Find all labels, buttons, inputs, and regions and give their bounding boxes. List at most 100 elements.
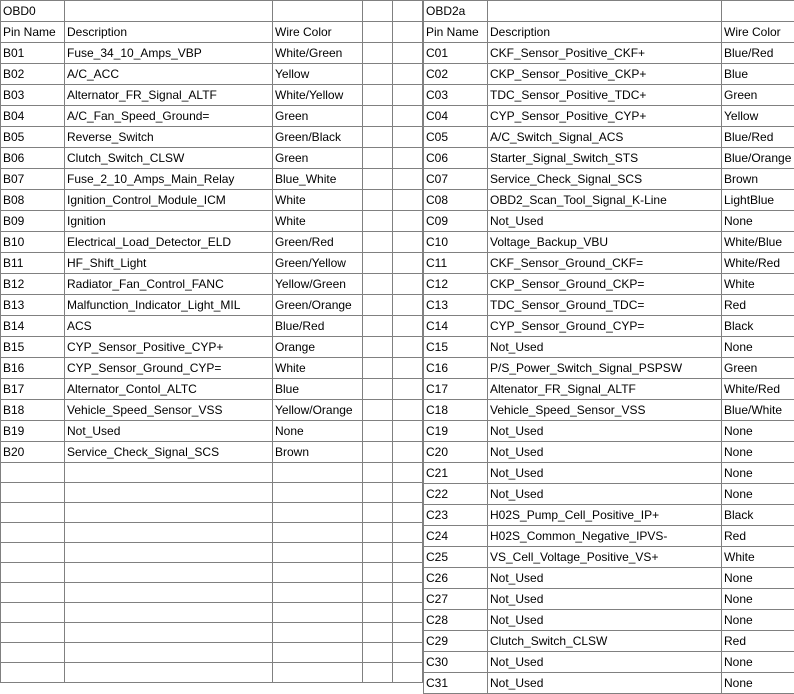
desc-cell: Not_Used bbox=[488, 568, 722, 589]
desc-cell: Not_Used bbox=[488, 589, 722, 610]
desc-cell: H02S_Common_Negative_IPVS- bbox=[488, 526, 722, 547]
wire-cell: Blue/Red bbox=[273, 316, 363, 337]
left-table-block: OBD0Pin NameDescriptionWire ColorB01Fuse… bbox=[0, 0, 423, 694]
empty-cell bbox=[65, 483, 273, 503]
empty-cell bbox=[393, 295, 423, 316]
table-row: B18Vehicle_Speed_Sensor_VSSYellow/Orange bbox=[1, 400, 423, 421]
table-row: C03TDC_Sensor_Positive_TDC+Green bbox=[424, 85, 794, 106]
pin-cell: C11 bbox=[424, 253, 488, 274]
wire-cell: Yellow bbox=[273, 64, 363, 85]
desc-cell: TDC_Sensor_Ground_TDC= bbox=[488, 295, 722, 316]
empty-cell bbox=[393, 379, 423, 400]
empty-cell bbox=[363, 623, 393, 643]
right-table-block: OBD2aPin NameDescriptionWire ColorC01CKF… bbox=[423, 0, 794, 694]
empty-cell bbox=[1, 563, 65, 583]
wire-cell: White/Blue bbox=[722, 232, 794, 253]
empty-cell bbox=[363, 483, 393, 503]
table-row: C06Starter_Signal_Switch_STSBlue/Orange bbox=[424, 148, 794, 169]
pin-cell: C28 bbox=[424, 610, 488, 631]
table-row: B16CYP_Sensor_Ground_CYP=White bbox=[1, 358, 423, 379]
empty-cell bbox=[363, 442, 393, 463]
wire-cell: None bbox=[722, 589, 794, 610]
empty-cell bbox=[393, 148, 423, 169]
table-row: C11CKF_Sensor_Ground_CKF=White/Red bbox=[424, 253, 794, 274]
table-row: B10Electrical_Load_Detector_ELDGreen/Red bbox=[1, 232, 423, 253]
empty-cell bbox=[363, 463, 393, 483]
desc-cell: CYP_Sensor_Ground_CYP= bbox=[488, 316, 722, 337]
right-table: OBD2aPin NameDescriptionWire ColorC01CKF… bbox=[423, 0, 794, 694]
wire-cell: None bbox=[722, 484, 794, 505]
pin-cell: B08 bbox=[1, 190, 65, 211]
pin-cell: C04 bbox=[424, 106, 488, 127]
empty-cell bbox=[393, 22, 423, 43]
desc-cell: CYP_Sensor_Ground_CYP= bbox=[65, 358, 273, 379]
pin-cell: B18 bbox=[1, 400, 65, 421]
wire-cell: Red bbox=[722, 526, 794, 547]
empty-cell bbox=[363, 22, 393, 43]
pin-cell: C02 bbox=[424, 64, 488, 85]
wire-cell: White/Red bbox=[722, 379, 794, 400]
empty-cell bbox=[363, 43, 393, 64]
table-row: B01Fuse_34_10_Amps_VBPWhite/Green bbox=[1, 43, 423, 64]
table-row: B05Reverse_SwitchGreen/Black bbox=[1, 127, 423, 148]
wire-cell: Black bbox=[722, 316, 794, 337]
empty-cell bbox=[363, 603, 393, 623]
pin-cell: C12 bbox=[424, 274, 488, 295]
col-header-pin: Pin Name bbox=[424, 22, 488, 43]
blank-row bbox=[1, 623, 423, 643]
blank-row bbox=[1, 483, 423, 503]
pin-cell: C21 bbox=[424, 463, 488, 484]
empty-cell bbox=[393, 316, 423, 337]
empty-cell bbox=[393, 503, 423, 523]
empty-cell bbox=[393, 603, 423, 623]
pin-cell: C17 bbox=[424, 379, 488, 400]
wire-cell: Yellow bbox=[722, 106, 794, 127]
table-row: C20Not_UsedNone bbox=[424, 442, 794, 463]
pin-cell: B12 bbox=[1, 274, 65, 295]
empty-cell bbox=[393, 623, 423, 643]
empty-cell bbox=[363, 316, 393, 337]
empty-cell bbox=[393, 169, 423, 190]
empty-cell bbox=[363, 148, 393, 169]
desc-cell: CKF_Sensor_Positive_CKF+ bbox=[488, 43, 722, 64]
empty-cell bbox=[65, 503, 273, 523]
desc-cell: Vehicle_Speed_Sensor_VSS bbox=[65, 400, 273, 421]
table-row: C28Not_UsedNone bbox=[424, 610, 794, 631]
desc-cell: Vehicle_Speed_Sensor_VSS bbox=[488, 400, 722, 421]
empty-cell bbox=[273, 1, 363, 22]
pin-cell: B13 bbox=[1, 295, 65, 316]
wire-cell: Blue/Orange bbox=[722, 148, 794, 169]
wire-cell: Blue/Red bbox=[722, 127, 794, 148]
desc-cell: Not_Used bbox=[488, 442, 722, 463]
desc-cell: Not_Used bbox=[488, 610, 722, 631]
table-row: C31Not_UsedNone bbox=[424, 673, 794, 694]
desc-cell: Not_Used bbox=[488, 484, 722, 505]
blank-row bbox=[1, 523, 423, 543]
table-row: B07Fuse_2_10_Amps_Main_RelayBlue_White bbox=[1, 169, 423, 190]
wire-cell: None bbox=[722, 211, 794, 232]
empty-cell bbox=[273, 483, 363, 503]
desc-cell: CKF_Sensor_Ground_CKF= bbox=[488, 253, 722, 274]
wire-cell: Green bbox=[273, 148, 363, 169]
empty-cell bbox=[1, 623, 65, 643]
empty-cell bbox=[273, 543, 363, 563]
desc-cell: Service_Check_Signal_SCS bbox=[488, 169, 722, 190]
empty-cell bbox=[363, 211, 393, 232]
wire-cell: Red bbox=[722, 295, 794, 316]
table-row: C26Not_UsedNone bbox=[424, 568, 794, 589]
blank-row bbox=[1, 463, 423, 483]
col-header-pin: Pin Name bbox=[1, 22, 65, 43]
wire-cell: Orange bbox=[273, 337, 363, 358]
wire-cell: White/Green bbox=[273, 43, 363, 64]
empty-cell bbox=[1, 463, 65, 483]
empty-cell bbox=[65, 543, 273, 563]
empty-cell bbox=[363, 295, 393, 316]
empty-cell bbox=[393, 583, 423, 603]
desc-cell: Not_Used bbox=[65, 421, 273, 442]
pin-cell: B11 bbox=[1, 253, 65, 274]
empty-cell bbox=[65, 523, 273, 543]
wire-cell: Blue/White bbox=[722, 400, 794, 421]
pin-cell: C16 bbox=[424, 358, 488, 379]
empty-cell bbox=[393, 663, 423, 683]
table-row: C25VS_Cell_Voltage_Positive_VS+White bbox=[424, 547, 794, 568]
